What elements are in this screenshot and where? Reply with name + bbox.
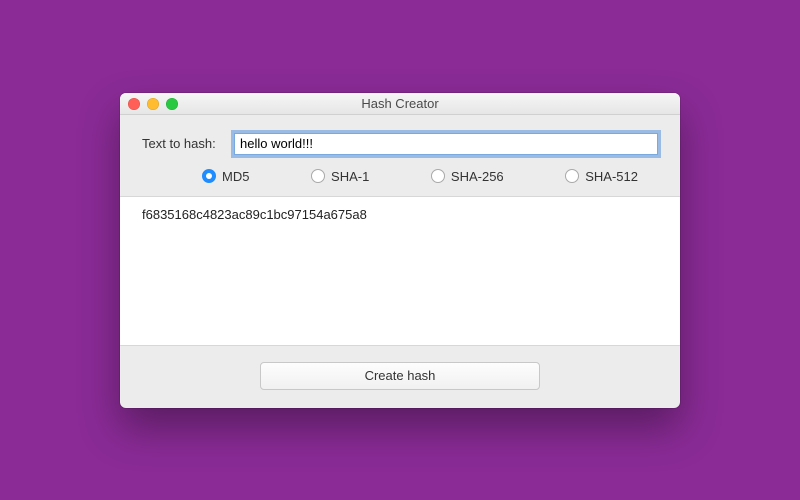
radio-sha1[interactable]: SHA-1 — [311, 169, 369, 184]
radio-sha512[interactable]: SHA-512 — [565, 169, 638, 184]
algorithm-radio-group: MD5 SHA-1 SHA-256 SHA-512 — [142, 169, 658, 184]
radio-label: SHA-512 — [585, 169, 638, 184]
hash-input[interactable] — [234, 133, 658, 155]
input-row: Text to hash: — [142, 133, 658, 155]
radio-icon — [431, 169, 445, 183]
radio-label: SHA-1 — [331, 169, 369, 184]
traffic-lights — [128, 98, 178, 110]
radio-md5[interactable]: MD5 — [202, 169, 249, 184]
radio-sha256[interactable]: SHA-256 — [431, 169, 504, 184]
button-row: Create hash — [142, 346, 658, 390]
hash-output-text: f6835168c4823ac89c1bc97154a675a8 — [142, 207, 367, 222]
radio-icon — [311, 169, 325, 183]
radio-icon — [565, 169, 579, 183]
minimize-icon[interactable] — [147, 98, 159, 110]
window-title: Hash Creator — [120, 96, 680, 111]
radio-label: MD5 — [222, 169, 249, 184]
titlebar: Hash Creator — [120, 93, 680, 115]
window-content: Text to hash: MD5 SHA-1 SHA-256 SHA-512 … — [120, 115, 680, 408]
input-label: Text to hash: — [142, 136, 220, 151]
app-window: Hash Creator Text to hash: MD5 SHA-1 SHA… — [120, 93, 680, 408]
radio-icon — [202, 169, 216, 183]
hash-result: f6835168c4823ac89c1bc97154a675a8 — [120, 196, 680, 346]
close-icon[interactable] — [128, 98, 140, 110]
zoom-icon[interactable] — [166, 98, 178, 110]
radio-label: SHA-256 — [451, 169, 504, 184]
create-hash-button[interactable]: Create hash — [260, 362, 540, 390]
